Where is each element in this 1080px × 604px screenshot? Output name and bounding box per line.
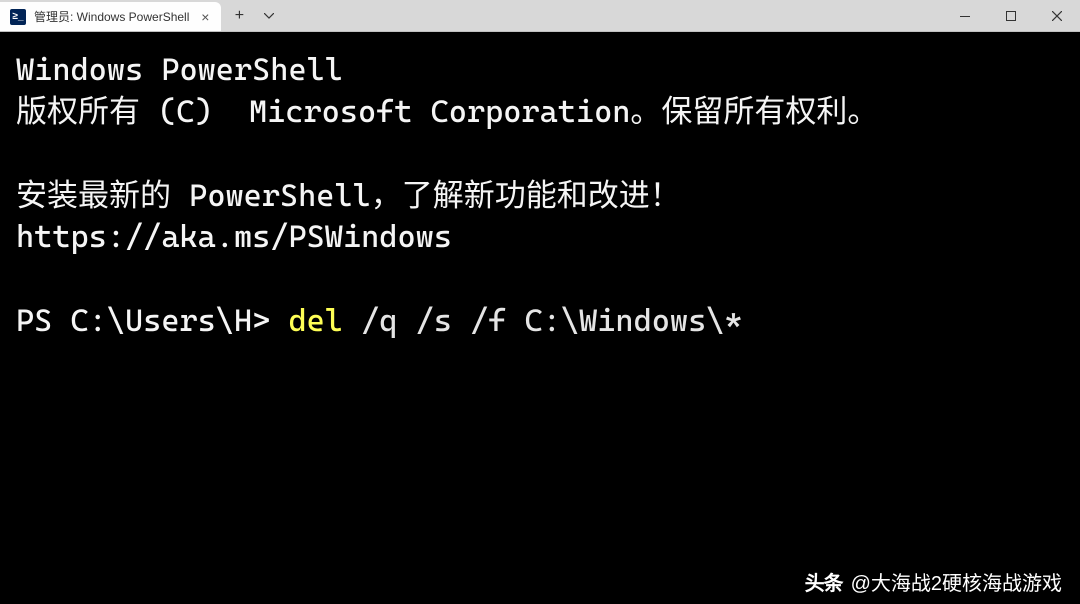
tab-dropdown-button[interactable] — [255, 0, 283, 31]
terminal-line: 安装最新的 PowerShell，了解新功能和改进！ — [16, 178, 681, 214]
close-window-button[interactable] — [1034, 0, 1080, 32]
chevron-down-icon — [264, 13, 274, 19]
tab-powershell[interactable]: ≥_ 管理员: Windows PowerShell × — [0, 2, 221, 31]
minimize-icon — [960, 16, 970, 17]
prompt-text: PS C:\Users\H> — [16, 303, 288, 339]
window-controls — [942, 0, 1080, 31]
terminal-line: 版权所有 (C) Microsoft Corporation。保留所有权利。 — [16, 94, 878, 130]
terminal-output[interactable]: Windows PowerShell 版权所有 (C) Microsoft Co… — [0, 32, 1080, 604]
minimize-button[interactable] — [942, 0, 988, 32]
command-keyword: del — [288, 303, 343, 339]
new-tab-button[interactable]: + — [223, 0, 255, 31]
command-arguments: /q /s /f C:\Windows\* — [343, 303, 743, 339]
close-icon — [1052, 11, 1062, 21]
terminal-line: Windows PowerShell — [16, 52, 343, 88]
tab-title: 管理员: Windows PowerShell — [34, 8, 189, 25]
maximize-icon — [1006, 11, 1016, 21]
tab-close-button[interactable]: × — [197, 9, 213, 25]
terminal-line: https://aka.ms/PSWindows — [16, 219, 452, 255]
window-titlebar: ≥_ 管理员: Windows PowerShell × + — [0, 0, 1080, 32]
titlebar-drag-area[interactable] — [283, 0, 942, 31]
watermark-text: @大海战2硬核海战游戏 — [851, 567, 1062, 596]
watermark: 头条 @大海战2硬核海战游戏 — [805, 567, 1062, 596]
powershell-icon: ≥_ — [10, 9, 26, 25]
watermark-logo: 头条 — [805, 567, 843, 596]
maximize-button[interactable] — [988, 0, 1034, 32]
